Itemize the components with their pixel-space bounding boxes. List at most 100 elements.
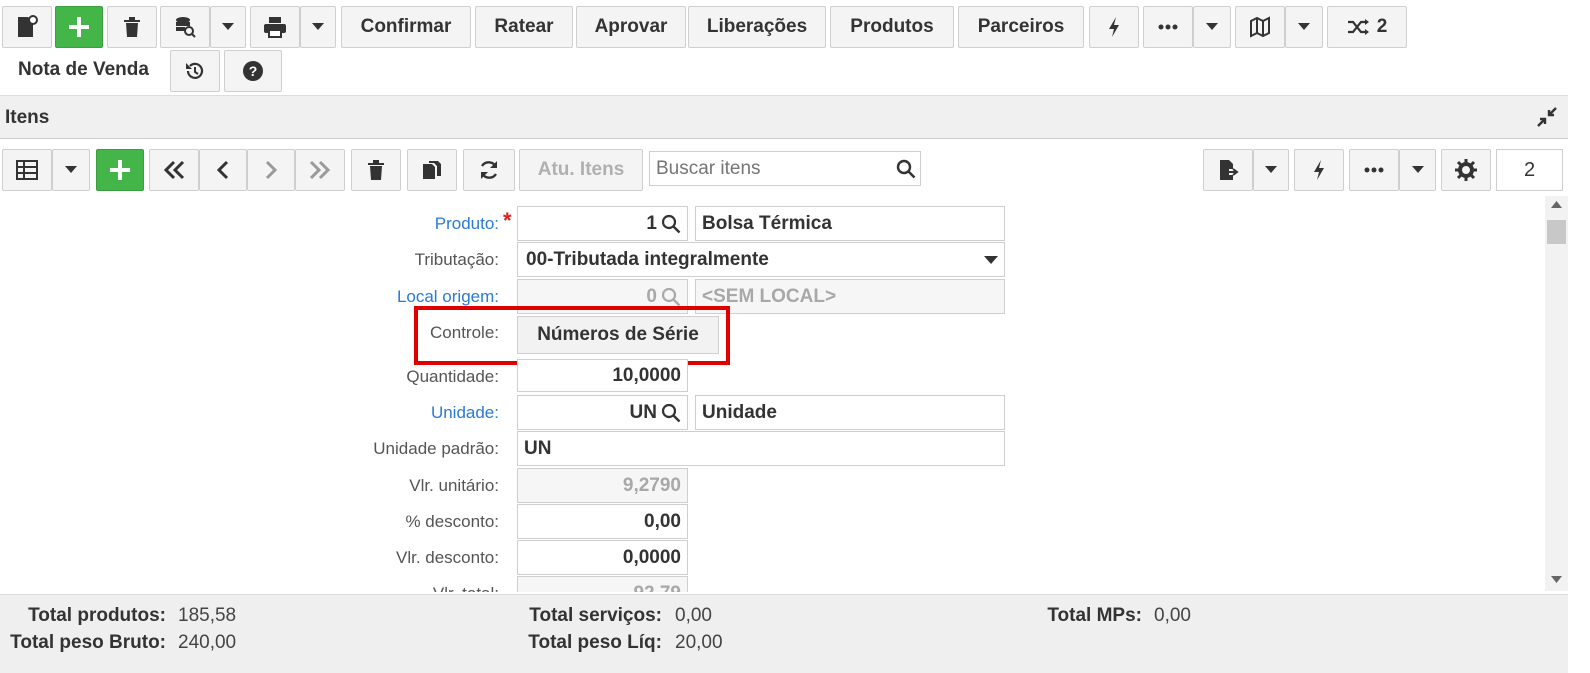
previous-item-button[interactable] bbox=[199, 149, 247, 191]
grid-view-button[interactable] bbox=[2, 149, 52, 191]
more-button[interactable] bbox=[1143, 6, 1193, 48]
collapse-button[interactable] bbox=[1536, 106, 1558, 133]
printer-icon bbox=[264, 17, 286, 38]
export-dropdown[interactable] bbox=[1253, 149, 1289, 191]
caret-down-icon bbox=[984, 255, 998, 264]
unidade-padrao-label: Unidade padrão: bbox=[373, 439, 499, 458]
map-button[interactable] bbox=[1235, 6, 1285, 48]
export-button[interactable] bbox=[1203, 149, 1253, 191]
total-peso-bruto-label: Total peso Bruto: bbox=[10, 632, 166, 653]
confirm-button[interactable]: Confirmar bbox=[341, 6, 471, 48]
plus-icon bbox=[69, 17, 89, 37]
totals-footer: Total produtos: 185,58 Total peso Bruto:… bbox=[0, 594, 1568, 673]
vertical-scrollbar[interactable] bbox=[1545, 196, 1568, 591]
ellipsis-icon bbox=[1364, 167, 1384, 173]
compress-icon bbox=[1537, 107, 1557, 127]
total-peso-liq-value: 20,00 bbox=[675, 632, 723, 653]
required-mark: * bbox=[503, 208, 512, 233]
shuffle-icon bbox=[1347, 19, 1369, 35]
map-icon bbox=[1250, 16, 1270, 38]
update-items-button[interactable]: Atu. Itens bbox=[519, 149, 643, 191]
local-origem-label[interactable]: Local origem: bbox=[199, 287, 499, 307]
refresh-button[interactable] bbox=[463, 149, 515, 191]
print-dropdown[interactable] bbox=[300, 6, 336, 48]
scrollbar-thumb[interactable] bbox=[1547, 220, 1566, 244]
partners-button[interactable]: Parceiros bbox=[958, 6, 1084, 48]
search-icon[interactable] bbox=[661, 403, 681, 423]
vlr-desconto-field[interactable]: 0,0000 bbox=[517, 540, 688, 575]
database-search-dropdown[interactable] bbox=[210, 6, 246, 48]
tributacao-value: 00-Tributada integralmente bbox=[526, 248, 769, 270]
unidade-code-value: UN bbox=[629, 401, 657, 423]
double-chevron-left-icon bbox=[163, 160, 185, 180]
quantidade-field[interactable]: 10,0000 bbox=[517, 359, 688, 392]
unidade-name-field[interactable]: Unidade bbox=[695, 395, 1005, 430]
scroll-down-icon[interactable] bbox=[1551, 576, 1562, 583]
total-peso-bruto-value: 240,00 bbox=[178, 632, 237, 653]
search-input[interactable] bbox=[650, 152, 890, 185]
local-origem-name-field: <SEM LOCAL> bbox=[695, 279, 1005, 314]
add-button[interactable] bbox=[55, 6, 103, 48]
search-icon[interactable] bbox=[896, 159, 916, 179]
item-form: Produto: * 1 Bolsa Térmica Tributação: 0… bbox=[0, 196, 1544, 592]
releases-button[interactable]: Liberações bbox=[688, 6, 826, 48]
refresh-history-button[interactable] bbox=[170, 50, 220, 92]
history-icon bbox=[186, 62, 204, 79]
search-icon[interactable] bbox=[661, 214, 681, 234]
map-dropdown[interactable] bbox=[1285, 6, 1323, 48]
tributacao-label: Tributação: bbox=[414, 250, 499, 269]
page-number-field[interactable]: 2 bbox=[1496, 149, 1563, 191]
more-dropdown[interactable] bbox=[1193, 6, 1231, 48]
item-more-dropdown[interactable] bbox=[1399, 149, 1436, 191]
print-button[interactable] bbox=[250, 6, 300, 48]
trash-icon bbox=[368, 160, 384, 180]
actions-button[interactable] bbox=[1089, 6, 1139, 48]
settings-button[interactable] bbox=[1441, 149, 1491, 191]
file-export-icon bbox=[1220, 160, 1239, 180]
search-icon bbox=[661, 287, 681, 306]
unidade-code-field[interactable]: UN bbox=[517, 395, 688, 430]
delete-button[interactable] bbox=[107, 6, 157, 48]
highlight-box bbox=[414, 306, 730, 365]
database-search-icon bbox=[176, 17, 196, 38]
tributacao-select[interactable]: 00-Tributada integralmente bbox=[517, 242, 1005, 277]
grid-view-dropdown[interactable] bbox=[52, 149, 90, 191]
search-box bbox=[649, 151, 921, 186]
total-servicos-label: Total serviços: bbox=[529, 605, 662, 626]
ratear-button[interactable]: Ratear bbox=[475, 6, 573, 48]
items-section-header: Itens bbox=[0, 95, 1568, 139]
local-origem-code-value: 0 bbox=[646, 285, 657, 307]
double-chevron-right-icon bbox=[309, 160, 331, 180]
last-item-button[interactable] bbox=[295, 149, 345, 191]
new-document-button[interactable] bbox=[2, 6, 52, 48]
add-item-button[interactable] bbox=[96, 149, 144, 191]
item-more-button[interactable] bbox=[1349, 149, 1399, 191]
caret-down-icon bbox=[312, 23, 324, 30]
caret-down-icon bbox=[1265, 166, 1277, 173]
lightning-icon bbox=[1109, 17, 1119, 37]
pct-desconto-field[interactable]: 0,00 bbox=[517, 504, 688, 539]
produto-name-field[interactable]: Bolsa Térmica bbox=[695, 206, 1005, 241]
duplicate-item-button[interactable] bbox=[407, 149, 457, 191]
scroll-up-icon[interactable] bbox=[1551, 201, 1562, 208]
new-document-icon bbox=[18, 15, 38, 37]
first-item-button[interactable] bbox=[149, 149, 199, 191]
copy-icon bbox=[423, 161, 441, 179]
unidade-padrao-field[interactable]: UN bbox=[517, 431, 1005, 466]
delete-item-button[interactable] bbox=[351, 149, 401, 191]
unidade-label[interactable]: Unidade: bbox=[199, 403, 499, 423]
products-button[interactable]: Produtos bbox=[830, 6, 954, 48]
next-item-button[interactable] bbox=[247, 149, 295, 191]
produto-label[interactable]: Produto: bbox=[199, 214, 499, 234]
produto-code-field[interactable]: 1 bbox=[517, 206, 688, 241]
chevron-left-icon bbox=[216, 160, 229, 180]
produto-code-value: 1 bbox=[646, 212, 657, 234]
help-button[interactable]: ? bbox=[224, 50, 282, 92]
total-peso-liq-label: Total peso Líq: bbox=[528, 632, 662, 653]
total-mps-value: 0,00 bbox=[1154, 605, 1191, 626]
caret-down-icon bbox=[1298, 23, 1310, 30]
approve-button[interactable]: Aprovar bbox=[576, 6, 686, 48]
item-actions-button[interactable] bbox=[1294, 149, 1344, 191]
database-search-button[interactable] bbox=[160, 6, 210, 48]
shuffle-button[interactable]: 2 bbox=[1327, 6, 1407, 48]
